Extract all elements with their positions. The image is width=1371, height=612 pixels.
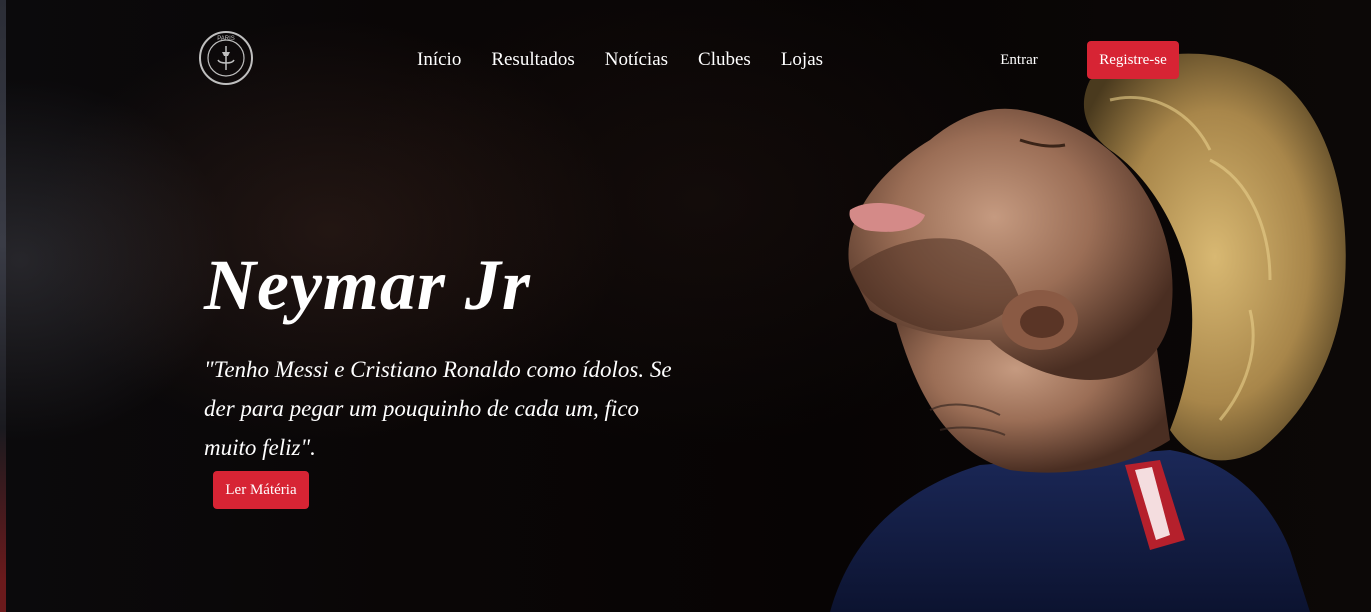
- nav-link-noticias[interactable]: Notícias: [605, 48, 668, 72]
- nav-link-clubes[interactable]: Clubes: [698, 48, 751, 72]
- logo-text: PARIS: [217, 36, 235, 42]
- psg-logo[interactable]: PARIS: [198, 30, 254, 86]
- login-button[interactable]: Entrar: [988, 42, 1050, 78]
- nav-link-lojas[interactable]: Lojas: [781, 48, 823, 72]
- nav-link-inicio[interactable]: Início: [417, 48, 461, 72]
- read-article-button[interactable]: Ler Mátéria: [213, 471, 309, 509]
- register-button[interactable]: Registre-se: [1087, 41, 1179, 79]
- hero-quote: "Tenho Messi e Cristiano Ronaldo como íd…: [204, 357, 672, 460]
- hero-section: PARIS Início Resultados Notícias Clubes …: [0, 0, 1371, 612]
- nav-link-resultados[interactable]: Resultados: [491, 48, 574, 72]
- navbar: PARIS Início Resultados Notícias Clubes …: [0, 0, 1371, 120]
- nav-links: Início Resultados Notícias Clubes Lojas: [417, 48, 823, 72]
- hero-title: Neymar Jr: [204, 245, 531, 325]
